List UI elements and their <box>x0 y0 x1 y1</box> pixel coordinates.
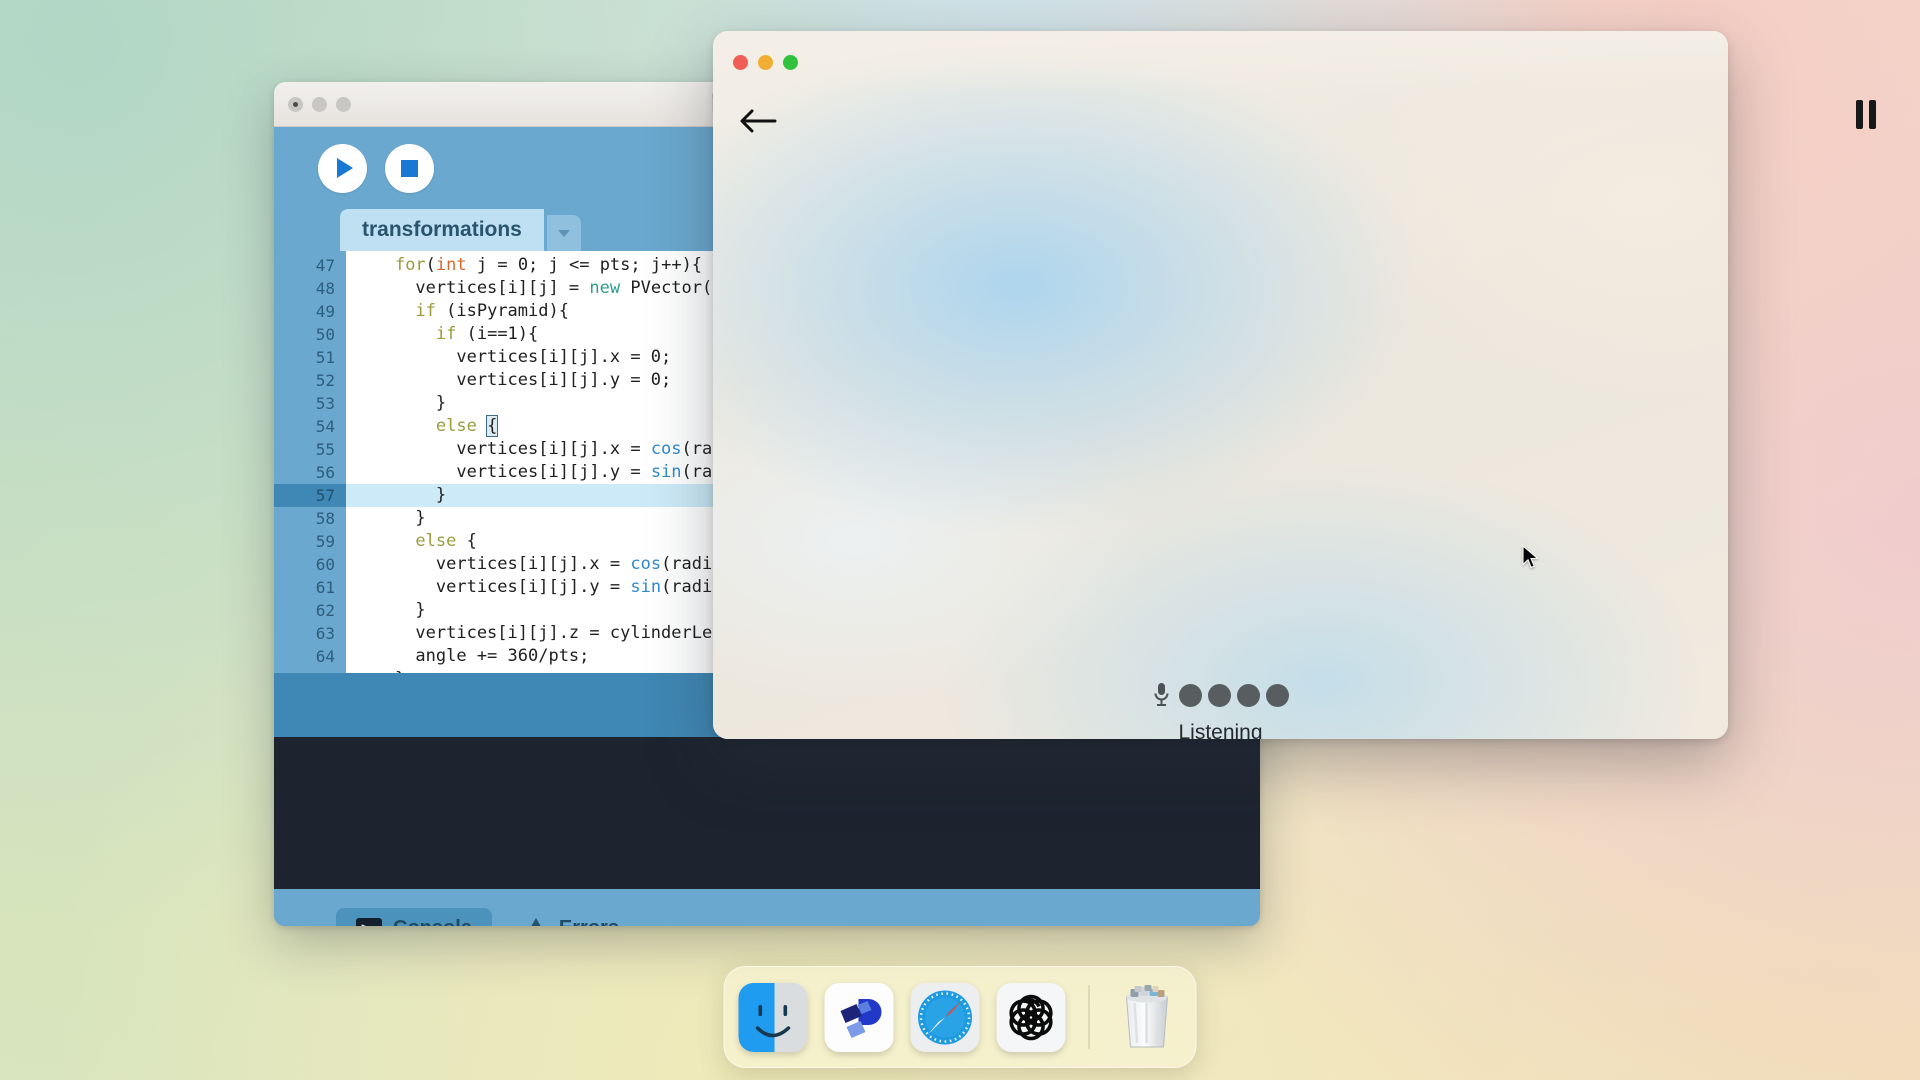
tab-menu-button[interactable] <box>546 215 581 251</box>
ide-maximize-button[interactable] <box>336 96 351 112</box>
pause-button[interactable] <box>1856 100 1876 129</box>
dock-item-finder[interactable] <box>738 982 808 1052</box>
line-number: 54 <box>315 417 335 436</box>
listening-label: Listening <box>1178 721 1263 739</box>
listening-dot <box>1265 683 1289 707</box>
dock-divider <box>1088 985 1090 1049</box>
tab-errors-label: Errors <box>559 917 619 926</box>
voice-minimize-button[interactable] <box>758 54 773 70</box>
stop-icon <box>401 159 418 177</box>
sketch-tab-transformations[interactable]: transformations <box>340 209 544 251</box>
arrow-left-icon <box>740 109 777 133</box>
console-output-pane[interactable] <box>274 737 1260 889</box>
line-number: 61 <box>315 578 335 597</box>
console-tab-bar: >_ Console Errors <box>274 889 1260 926</box>
line-number: 50 <box>315 325 335 344</box>
pause-icon-bar-right <box>1869 100 1876 129</box>
tab-errors[interactable]: Errors <box>504 908 639 926</box>
line-number: 59 <box>315 532 335 551</box>
line-number: 65 <box>274 668 346 673</box>
listening-status: Listening <box>713 683 1728 739</box>
mouse-pointer-icon <box>1522 544 1539 569</box>
dock-item-chatgpt[interactable] <box>996 982 1066 1052</box>
stop-button[interactable] <box>385 143 434 193</box>
line-number: 60 <box>315 555 335 574</box>
voice-window-background <box>713 31 1728 739</box>
line-number: 52 <box>315 371 335 390</box>
warning-triangle-icon <box>523 918 548 926</box>
microphone-icon <box>1153 683 1170 707</box>
ide-close-button[interactable] <box>288 96 303 112</box>
listening-dot <box>1178 683 1202 707</box>
listening-dot <box>1207 683 1231 707</box>
line-number-gutter: 47 48 49 50 51 52 53 54 55 56 57 58 59 60 61 62 63 64 65 <box>274 251 346 673</box>
line-number: 57 <box>274 484 346 507</box>
line-number: 51 <box>315 348 335 367</box>
mouse-cursor <box>1522 544 1539 569</box>
line-number: 62 <box>315 601 335 620</box>
ide-minimize-button[interactable] <box>312 96 327 112</box>
line-number: 64 <box>315 647 335 666</box>
line-number: 56 <box>315 463 335 482</box>
listening-indicator <box>1153 683 1289 707</box>
line-number: 53 <box>315 394 335 413</box>
dock-item-safari[interactable] <box>910 982 980 1052</box>
dock-item-processing[interactable] <box>824 982 894 1052</box>
listening-dot <box>1236 683 1260 707</box>
tab-console-label: Console <box>393 917 472 926</box>
voice-close-button[interactable] <box>733 54 748 70</box>
back-button[interactable] <box>738 104 778 138</box>
line-number: 47 <box>315 256 335 275</box>
line-number: 63 <box>315 624 335 643</box>
sketch-tab-label: transformations <box>362 218 522 241</box>
voice-assistant-window[interactable]: Listening <box>713 31 1728 739</box>
run-button[interactable] <box>318 143 367 193</box>
voice-maximize-button[interactable] <box>783 54 798 70</box>
play-icon <box>337 158 353 178</box>
line-number: 49 <box>315 302 335 321</box>
terminal-icon: >_ <box>356 917 382 926</box>
chevron-down-icon <box>557 229 570 237</box>
voice-title-bar[interactable] <box>713 31 1728 93</box>
tab-console[interactable]: >_ Console <box>336 908 492 926</box>
dock-item-trash[interactable] <box>1113 983 1182 1052</box>
pause-icon-bar-left <box>1856 100 1863 129</box>
line-number: 48 <box>315 279 335 298</box>
line-number: 58 <box>315 509 335 528</box>
dock <box>723 966 1197 1068</box>
line-number: 55 <box>315 440 335 459</box>
